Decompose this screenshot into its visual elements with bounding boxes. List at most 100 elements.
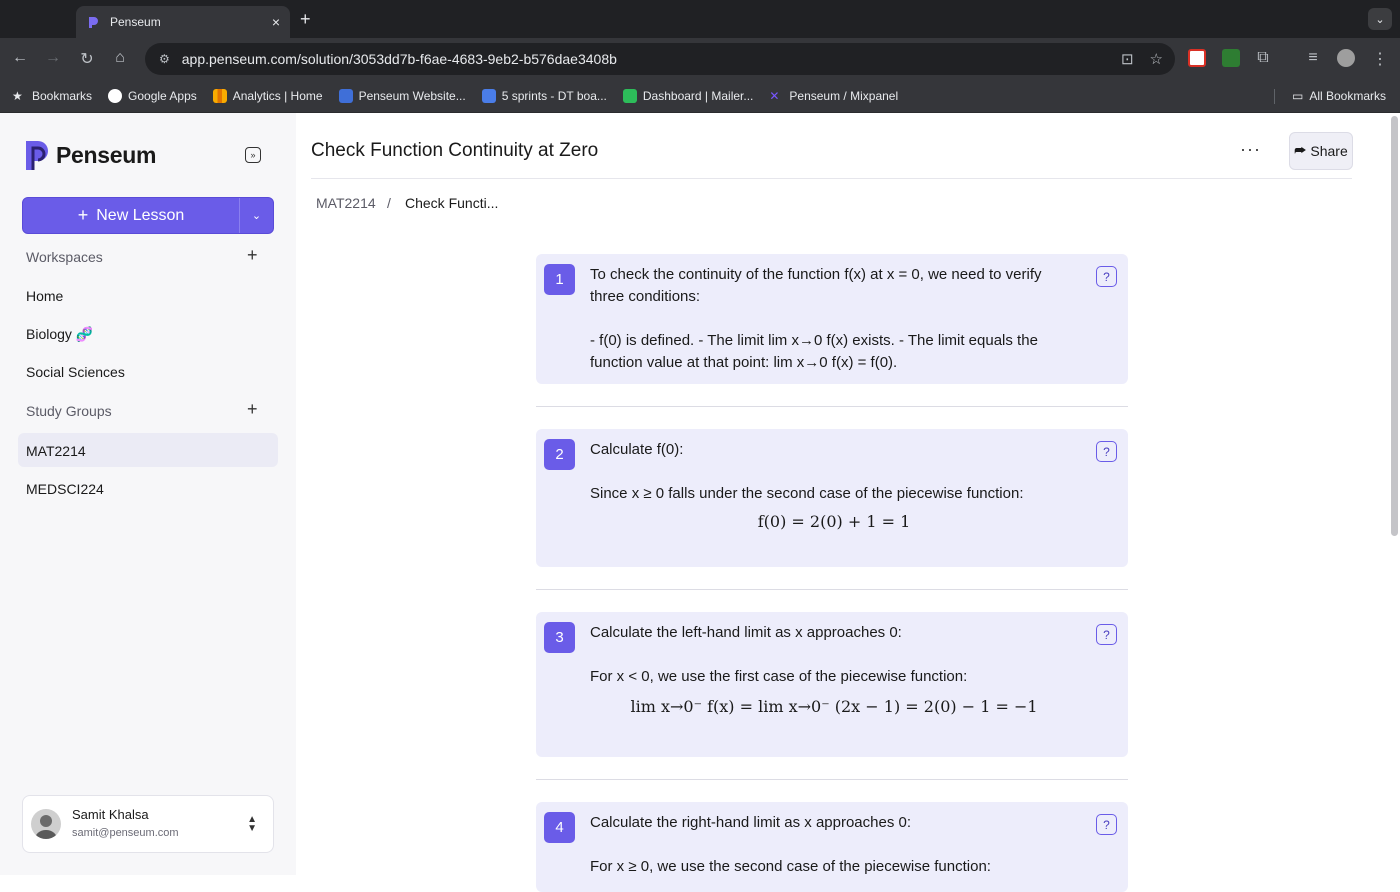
- analytics-icon: [212, 89, 227, 103]
- step-line: Calculate the right-hand limit as x appr…: [590, 814, 912, 831]
- back-icon[interactable]: ←: [10, 49, 30, 67]
- step-number: 1: [544, 264, 575, 295]
- breadcrumb-current: Check Functi...: [405, 195, 499, 211]
- extensions-puzzle-icon[interactable]: ⧉: [1253, 49, 1273, 67]
- step-line: Since x ≥ 0 falls under the second case …: [590, 485, 1024, 502]
- step-text: Calculate the right-hand limit as x appr…: [590, 812, 1078, 878]
- add-study-group-icon[interactable]: +: [247, 399, 258, 420]
- browser-tab[interactable]: Penseum ×: [76, 6, 290, 38]
- help-icon[interactable]: ?: [1096, 266, 1117, 287]
- new-lesson-main[interactable]: + New Lesson: [23, 205, 239, 226]
- user-email: samit@penseum.com: [72, 827, 179, 839]
- step-text: Calculate the left-hand limit as x appro…: [590, 622, 1078, 718]
- penseum-logo-icon: [26, 141, 48, 170]
- reload-icon[interactable]: ↻: [77, 49, 97, 69]
- math-display: f(0) = 2(0) + 1 = 1: [757, 512, 911, 531]
- bookmarks-bar: ★ Bookmarks Google Apps Analytics | Home …: [0, 80, 1400, 113]
- sprints-icon: [481, 89, 496, 103]
- bookmark-mixpanel[interactable]: ✕ Penseum / Mixpanel: [769, 89, 898, 103]
- more-options-icon[interactable]: ···: [1240, 139, 1261, 160]
- extension-red-icon[interactable]: [1188, 49, 1206, 67]
- forward-icon[interactable]: →: [43, 49, 63, 67]
- math-display: lim x→0⁻ f(x) = lim x→0⁻ (2x − 1) = 2(0)…: [630, 697, 1038, 716]
- step-number: 2: [544, 439, 575, 470]
- bookmarks-divider: [1274, 89, 1275, 104]
- user-menu[interactable]: Samit Khalsa samit@penseum.com ▲ ▼: [22, 795, 274, 853]
- step-line: Calculate the left-hand limit as x appro…: [590, 624, 902, 641]
- close-tab-icon[interactable]: ×: [272, 14, 280, 30]
- sidebar-item-social-sciences[interactable]: Social Sciences: [26, 364, 125, 380]
- bookmark-google-apps[interactable]: Google Apps: [108, 89, 197, 103]
- chevron-up-down-icon[interactable]: ▲ ▼: [247, 815, 257, 834]
- share-button[interactable]: ⮫ Share: [1289, 132, 1353, 170]
- install-app-icon[interactable]: ⊡: [1121, 50, 1134, 68]
- new-tab-button[interactable]: +: [300, 9, 311, 30]
- tab-title: Penseum: [110, 15, 161, 29]
- extension-green-icon[interactable]: [1222, 49, 1240, 67]
- logo-text: Penseum: [56, 141, 157, 168]
- solution-step-4: 4 Calculate the right-hand limit as x ap…: [536, 802, 1128, 892]
- plus-icon: +: [77, 205, 89, 225]
- sidebar-item-mat2214[interactable]: MAT2214: [26, 443, 86, 459]
- penseum-site-icon: [338, 89, 353, 103]
- collapse-sidebar-icon[interactable]: »: [245, 147, 261, 163]
- bookmark-mailer[interactable]: Dashboard | Mailer...: [622, 89, 753, 103]
- step-divider: [536, 589, 1128, 590]
- sidebar-item-medsci224[interactable]: MEDSCI224: [26, 481, 104, 497]
- help-icon[interactable]: ?: [1096, 814, 1117, 835]
- sidebar-item-biology[interactable]: Biology 🧬: [26, 326, 93, 343]
- mixpanel-icon: ✕: [769, 89, 780, 103]
- all-bookmarks[interactable]: ▭ All Bookmarks: [1292, 89, 1386, 103]
- step-divider: [536, 779, 1128, 780]
- solution-step-2: 2 Calculate f(0): Since x ≥ 0 falls unde…: [536, 429, 1128, 567]
- share-icon: ⮫: [1294, 143, 1307, 158]
- new-lesson-dropdown-icon[interactable]: ⌄: [239, 198, 273, 233]
- solution-step-3: 3 Calculate the left-hand limit as x app…: [536, 612, 1128, 757]
- step-line: For x < 0, we use the first case of the …: [590, 668, 968, 685]
- page-scrollbar[interactable]: [1391, 116, 1398, 536]
- sidebar-item-home[interactable]: Home: [26, 288, 63, 304]
- home-icon[interactable]: ⌂: [110, 49, 130, 67]
- solution-step-1: 1 To check the continuity of the functio…: [536, 254, 1128, 384]
- step-number: 4: [544, 812, 575, 843]
- penseum-logo[interactable]: Penseum: [24, 138, 156, 172]
- study-groups-label: Study Groups: [26, 403, 112, 419]
- sidebar: Penseum » + New Lesson ⌄ Workspaces + Ho…: [0, 113, 296, 875]
- folder-icon: ▭: [1291, 89, 1304, 103]
- step-text: To check the continuity of the function …: [590, 264, 1078, 374]
- address-bar[interactable]: ⚙ app.penseum.com/solution/3053dd7b-f6ae…: [145, 43, 1175, 75]
- penseum-favicon-icon: [89, 17, 98, 28]
- new-lesson-button[interactable]: + New Lesson ⌄: [22, 197, 274, 234]
- workspaces-label: Workspaces: [26, 249, 103, 265]
- user-avatar-icon: [35, 815, 57, 839]
- header-divider: [311, 178, 1352, 179]
- browser-tab-bar: Penseum × + ⌄: [0, 0, 1400, 38]
- add-workspace-icon[interactable]: +: [247, 245, 258, 266]
- google-icon: [108, 89, 123, 103]
- media-control-icon[interactable]: ≡: [1303, 49, 1323, 67]
- step-line: To check the continuity of the function …: [590, 266, 1042, 305]
- help-icon[interactable]: ?: [1096, 624, 1117, 645]
- step-line: Calculate f(0):: [590, 441, 684, 458]
- breadcrumb-course[interactable]: MAT2214: [316, 195, 376, 211]
- step-number: 3: [544, 622, 575, 653]
- share-label: Share: [1310, 143, 1348, 159]
- step-line: - f(0) is defined. - The limit lim x→0 f…: [590, 332, 1038, 371]
- site-settings-icon[interactable]: ⚙: [159, 52, 170, 66]
- help-icon[interactable]: ?: [1096, 441, 1117, 462]
- bookmark-penseum-website[interactable]: Penseum Website...: [338, 89, 466, 103]
- tab-search-icon[interactable]: ⌄: [1368, 8, 1392, 30]
- user-name: Samit Khalsa: [72, 807, 149, 822]
- mailer-icon: [622, 89, 637, 103]
- bookmark-analytics[interactable]: Analytics | Home: [212, 89, 323, 103]
- star-icon: ★: [12, 89, 23, 103]
- url-text[interactable]: app.penseum.com/solution/3053dd7b-f6ae-4…: [182, 51, 617, 67]
- step-text: Calculate f(0): Since x ≥ 0 falls under …: [590, 439, 1078, 533]
- bookmark-sprints[interactable]: 5 sprints - DT boa...: [481, 89, 607, 103]
- browser-menu-icon[interactable]: ⋮: [1370, 49, 1390, 69]
- bookmark-star-icon[interactable]: ☆: [1150, 50, 1163, 68]
- browser-toolbar: ← → ↻ ⌂ ⚙ app.penseum.com/solution/3053d…: [0, 38, 1400, 80]
- bookmark-bookmarks[interactable]: ★ Bookmarks: [12, 89, 92, 103]
- page-title: Check Function Continuity at Zero: [311, 140, 599, 161]
- profile-avatar-icon[interactable]: [1337, 49, 1355, 67]
